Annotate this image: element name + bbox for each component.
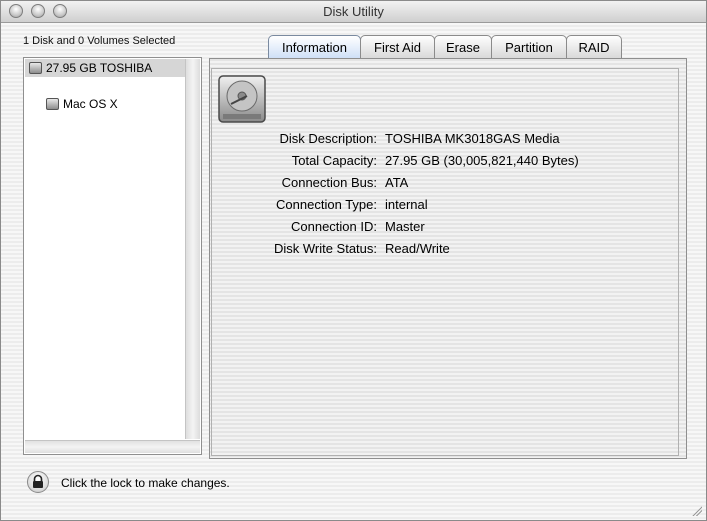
- lock-icon: [33, 474, 43, 488]
- disk-item-label: 27.95 GB TOSHIBA: [46, 61, 153, 75]
- tab-information[interactable]: Information: [268, 35, 361, 58]
- tab-partition[interactable]: Partition: [491, 35, 567, 58]
- information-content: [211, 68, 679, 456]
- info-row-connection-id: Connection ID: Master: [291, 219, 425, 234]
- lock-label: Click the lock to make changes.: [61, 476, 230, 490]
- info-row-bus: Connection Bus: ATA: [281, 175, 409, 190]
- horizontal-scrollbar[interactable]: [25, 440, 200, 453]
- volume-item-label: Mac OS X: [63, 97, 118, 111]
- info-row-write-status: Disk Write Status: Read/Write: [273, 241, 450, 256]
- disk-list[interactable]: 27.95 GB TOSHIBA Mac OS X: [23, 57, 202, 455]
- tab-erase[interactable]: Erase: [434, 35, 492, 58]
- resize-grip[interactable]: [690, 504, 702, 516]
- disk-utility-window: Disk Utility 1 Disk and 0 Volumes Select…: [0, 0, 707, 521]
- info-row-capacity: Total Capacity: 27.95 GB (30,005,821,440…: [291, 153, 579, 168]
- disk-icon: [29, 62, 42, 74]
- volume-item-macosx[interactable]: Mac OS X: [42, 95, 118, 113]
- vertical-scrollbar[interactable]: [185, 59, 200, 439]
- info-row-description: Disk Description: TOSHIBA MK3018GAS Medi…: [279, 131, 560, 146]
- disk-item-toshiba[interactable]: 27.95 GB TOSHIBA: [25, 59, 187, 77]
- window-title: Disk Utility: [323, 4, 384, 19]
- title-bar[interactable]: Disk Utility: [1, 1, 706, 23]
- lock-button[interactable]: [27, 471, 49, 493]
- info-row-type: Connection Type: internal: [276, 197, 428, 212]
- tab-first-aid[interactable]: First Aid: [360, 35, 435, 58]
- hard-disk-icon: [218, 75, 266, 123]
- volume-icon: [46, 98, 59, 110]
- tab-bar: Information First Aid Erase Partition RA…: [268, 35, 622, 59]
- tab-raid[interactable]: RAID: [566, 35, 622, 58]
- selection-summary: 1 Disk and 0 Volumes Selected: [23, 35, 176, 47]
